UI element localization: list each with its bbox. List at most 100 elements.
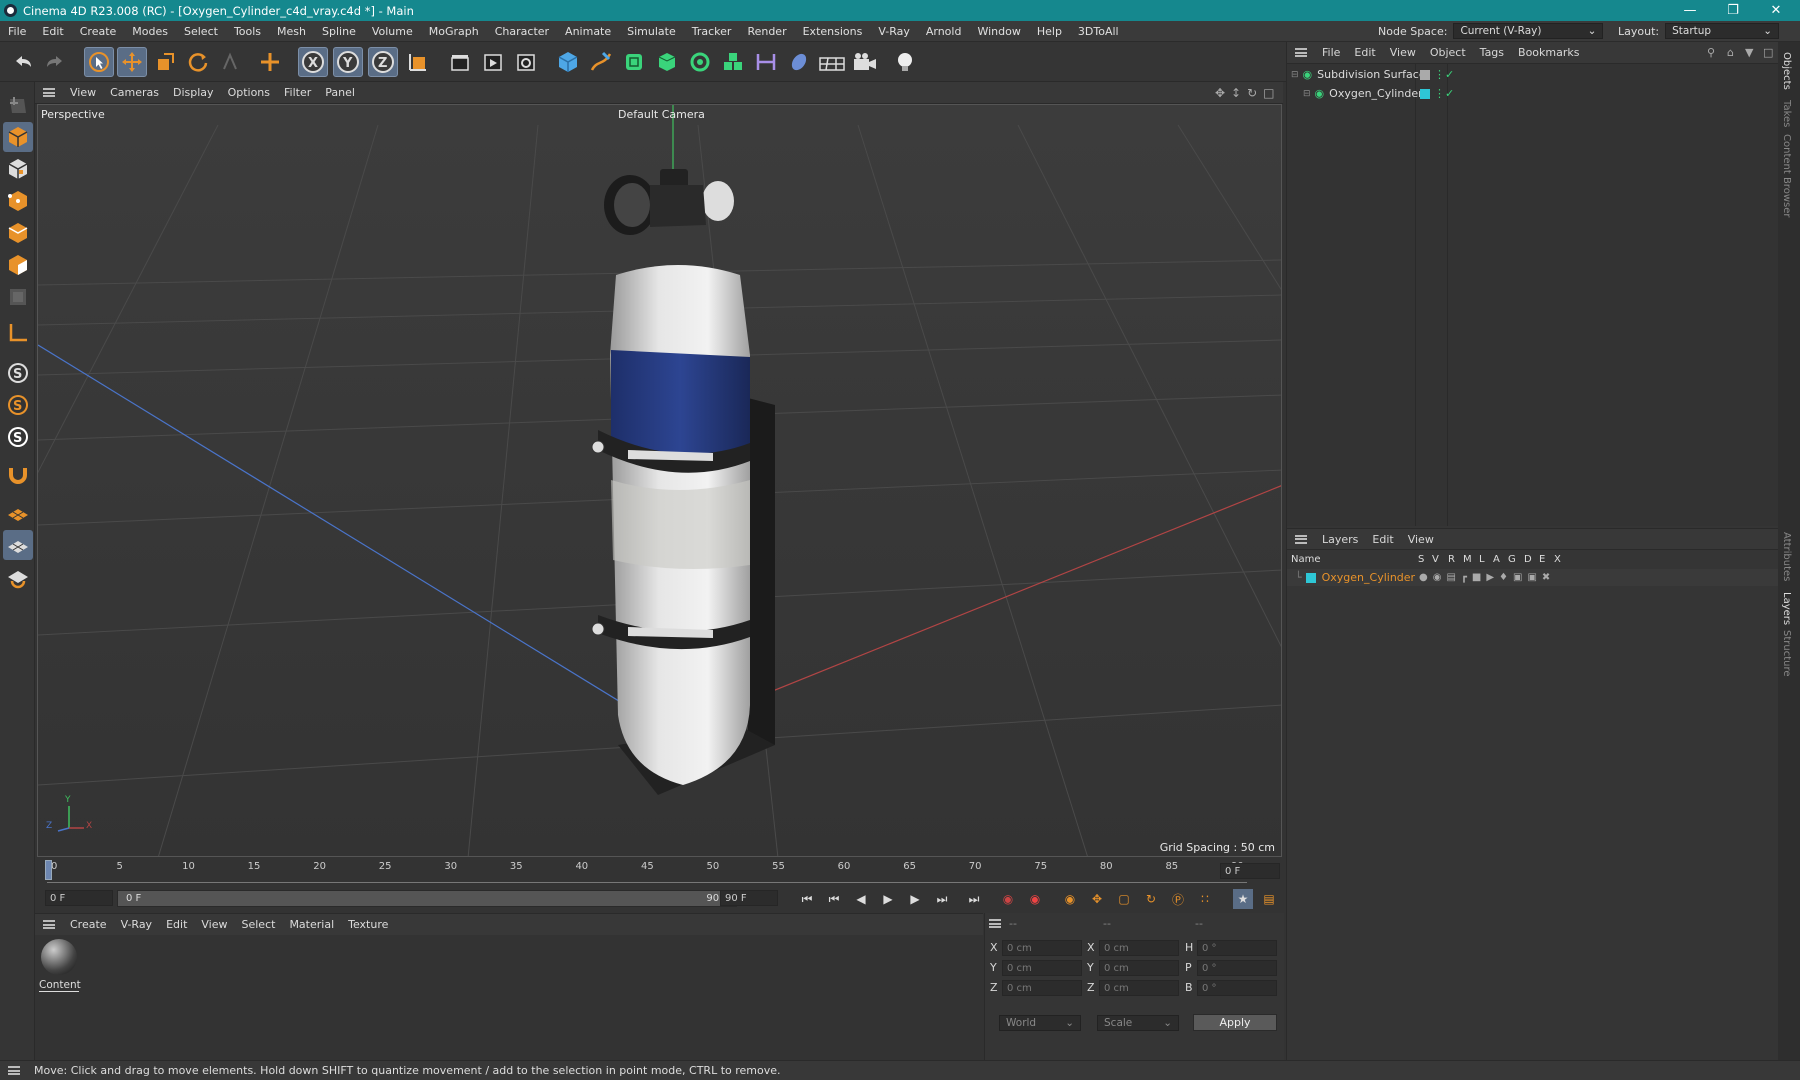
objects-menu-bookmarks[interactable]: Bookmarks — [1511, 46, 1586, 59]
material-menu-texture[interactable]: Texture — [341, 918, 395, 931]
material-menu-select[interactable]: Select — [235, 918, 283, 931]
scale-tool-button[interactable] — [150, 47, 180, 77]
previous-key-button[interactable]: ⏮ — [824, 889, 844, 909]
material-swatch[interactable]: Content — [39, 939, 81, 992]
edge-mode-button[interactable] — [3, 218, 33, 248]
coord-rot-p-field[interactable]: 0 ° — [1197, 960, 1277, 976]
apply-button[interactable]: Apply — [1193, 1014, 1277, 1031]
render-picture-viewer-button[interactable] — [478, 47, 508, 77]
undo-button[interactable] — [8, 47, 38, 77]
go-to-end-button[interactable]: ⏭ — [964, 889, 984, 909]
pen-tool-button[interactable] — [586, 47, 616, 77]
live-selection-button[interactable] — [84, 47, 114, 77]
menu-mograph[interactable]: MoGraph — [421, 25, 487, 38]
coord-pos-x-field[interactable]: 0 cm — [1002, 940, 1082, 956]
menu-animate[interactable]: Animate — [557, 25, 619, 38]
layers-menu-edit[interactable]: Edit — [1365, 533, 1400, 546]
material-menu-edit[interactable]: Edit — [159, 918, 194, 931]
recent-tools-button[interactable] — [216, 47, 246, 77]
menu-file[interactable]: File — [0, 25, 34, 38]
objects-menu-edit[interactable]: Edit — [1347, 46, 1382, 59]
workplane-snap-button[interactable]: S — [3, 422, 33, 452]
world-coords-button[interactable] — [255, 47, 285, 77]
parameter-key-button[interactable]: Ⓟ — [1168, 889, 1188, 909]
hamburger-icon[interactable] — [989, 919, 1001, 928]
y-axis-lock-button[interactable]: Y — [333, 47, 363, 77]
viewport-menu-view[interactable]: View — [63, 86, 103, 99]
render-view-button[interactable] — [445, 47, 475, 77]
layer-tag-icon[interactable] — [1420, 69, 1430, 80]
redo-button[interactable] — [40, 47, 70, 77]
frame-range-slider[interactable]: 0 F 90 F — [117, 890, 737, 907]
menu-modes[interactable]: Modes — [124, 25, 176, 38]
hamburger-icon[interactable] — [1295, 534, 1307, 544]
objects-menu-tags[interactable]: Tags — [1473, 46, 1511, 59]
coord-rot-h-field[interactable]: 0 ° — [1197, 940, 1277, 956]
environment-button[interactable] — [784, 47, 814, 77]
menu-tools[interactable]: Tools — [226, 25, 269, 38]
menu-vray[interactable]: V-Ray — [870, 25, 918, 38]
point-mode-button[interactable] — [3, 186, 33, 216]
current-frame-field[interactable]: 0 F — [1220, 863, 1280, 879]
snap-settings-button[interactable]: S — [3, 390, 33, 420]
3d-viewport[interactable]: Perspective Default Camera Grid Spacing … — [37, 104, 1282, 857]
hamburger-icon[interactable] — [1295, 48, 1307, 57]
material-menu-view[interactable]: View — [194, 918, 234, 931]
menu-simulate[interactable]: Simulate — [619, 25, 684, 38]
floor-grid-button[interactable] — [817, 47, 847, 77]
cube-button[interactable] — [553, 47, 583, 77]
layers-menu-layers[interactable]: Layers — [1315, 533, 1365, 546]
objects-menu-file[interactable]: File — [1315, 46, 1347, 59]
viewport-menu-panel[interactable]: Panel — [318, 86, 362, 99]
menu-create[interactable]: Create — [72, 25, 125, 38]
side-tab-content-browser[interactable]: Content Browser — [1781, 134, 1792, 217]
layout-dropdown[interactable]: Startup ⌄ — [1665, 23, 1780, 39]
viewport-menu-filter[interactable]: Filter — [277, 86, 318, 99]
objects-menu-object[interactable]: Object — [1423, 46, 1473, 59]
start-frame-field[interactable]: 0 F — [45, 890, 113, 906]
next-key-button[interactable]: ⏭ — [932, 889, 952, 909]
menu-extensions[interactable]: Extensions — [795, 25, 871, 38]
render-settings-button[interactable] — [511, 47, 541, 77]
camera-button[interactable] — [850, 47, 880, 77]
snap-button[interactable]: S — [3, 358, 33, 388]
coord-size-y-field[interactable]: 0 cm — [1099, 960, 1179, 976]
coord-mode-dropdown[interactable]: Scale ⌄ — [1097, 1015, 1179, 1031]
layers-menu-view[interactable]: View — [1401, 533, 1441, 546]
coord-size-z-field[interactable]: 0 cm — [1099, 980, 1179, 996]
viewport-menu-options[interactable]: Options — [221, 86, 277, 99]
side-tab-structure[interactable]: Structure — [1781, 630, 1792, 677]
search-icon[interactable]: ⚲ — [1707, 46, 1715, 59]
rotate-tool-button[interactable] — [183, 47, 213, 77]
hamburger-icon[interactable] — [43, 88, 55, 97]
side-tab-objects[interactable]: Objects — [1781, 52, 1792, 90]
previous-frame-button[interactable]: ◀ — [851, 889, 871, 909]
extrude-button[interactable] — [652, 47, 682, 77]
minimize-button[interactable]: — — [1667, 0, 1713, 21]
workplane-button[interactable] — [3, 498, 33, 528]
menu-spline[interactable]: Spline — [314, 25, 364, 38]
point-level-key-button[interactable]: ∷ — [1195, 889, 1215, 909]
keyframe-selection-button[interactable]: ◉ — [1060, 889, 1080, 909]
menu-mesh[interactable]: Mesh — [269, 25, 314, 38]
hamburger-icon[interactable] — [43, 920, 55, 929]
subdivision-surface-button[interactable] — [619, 47, 649, 77]
expand-icon[interactable]: ⊟ — [1291, 70, 1299, 80]
menu-3dtoall[interactable]: 3DToAll — [1070, 25, 1127, 38]
menu-window[interactable]: Window — [969, 25, 1028, 38]
new-window-icon[interactable]: □ — [1763, 46, 1773, 59]
node-space-dropdown[interactable]: Current (V-Ray) ⌄ — [1453, 23, 1604, 39]
z-axis-lock-button[interactable]: Z — [368, 47, 398, 77]
autokey-button[interactable]: ◉ — [1025, 889, 1045, 909]
light-button[interactable] — [890, 47, 920, 77]
texture-mode-button[interactable] — [3, 154, 33, 184]
maximize-button[interactable]: ❐ — [1710, 0, 1756, 21]
model-mode-button[interactable] — [3, 122, 33, 152]
menu-edit[interactable]: Edit — [34, 25, 71, 38]
end-frame-field[interactable]: 90 F — [720, 890, 778, 906]
cloner-button[interactable] — [685, 47, 715, 77]
next-frame-button[interactable]: ▶ — [905, 889, 925, 909]
scheme-button[interactable]: ★ — [1233, 889, 1253, 909]
menu-character[interactable]: Character — [487, 25, 557, 38]
coord-rot-b-field[interactable]: 0 ° — [1197, 980, 1277, 996]
